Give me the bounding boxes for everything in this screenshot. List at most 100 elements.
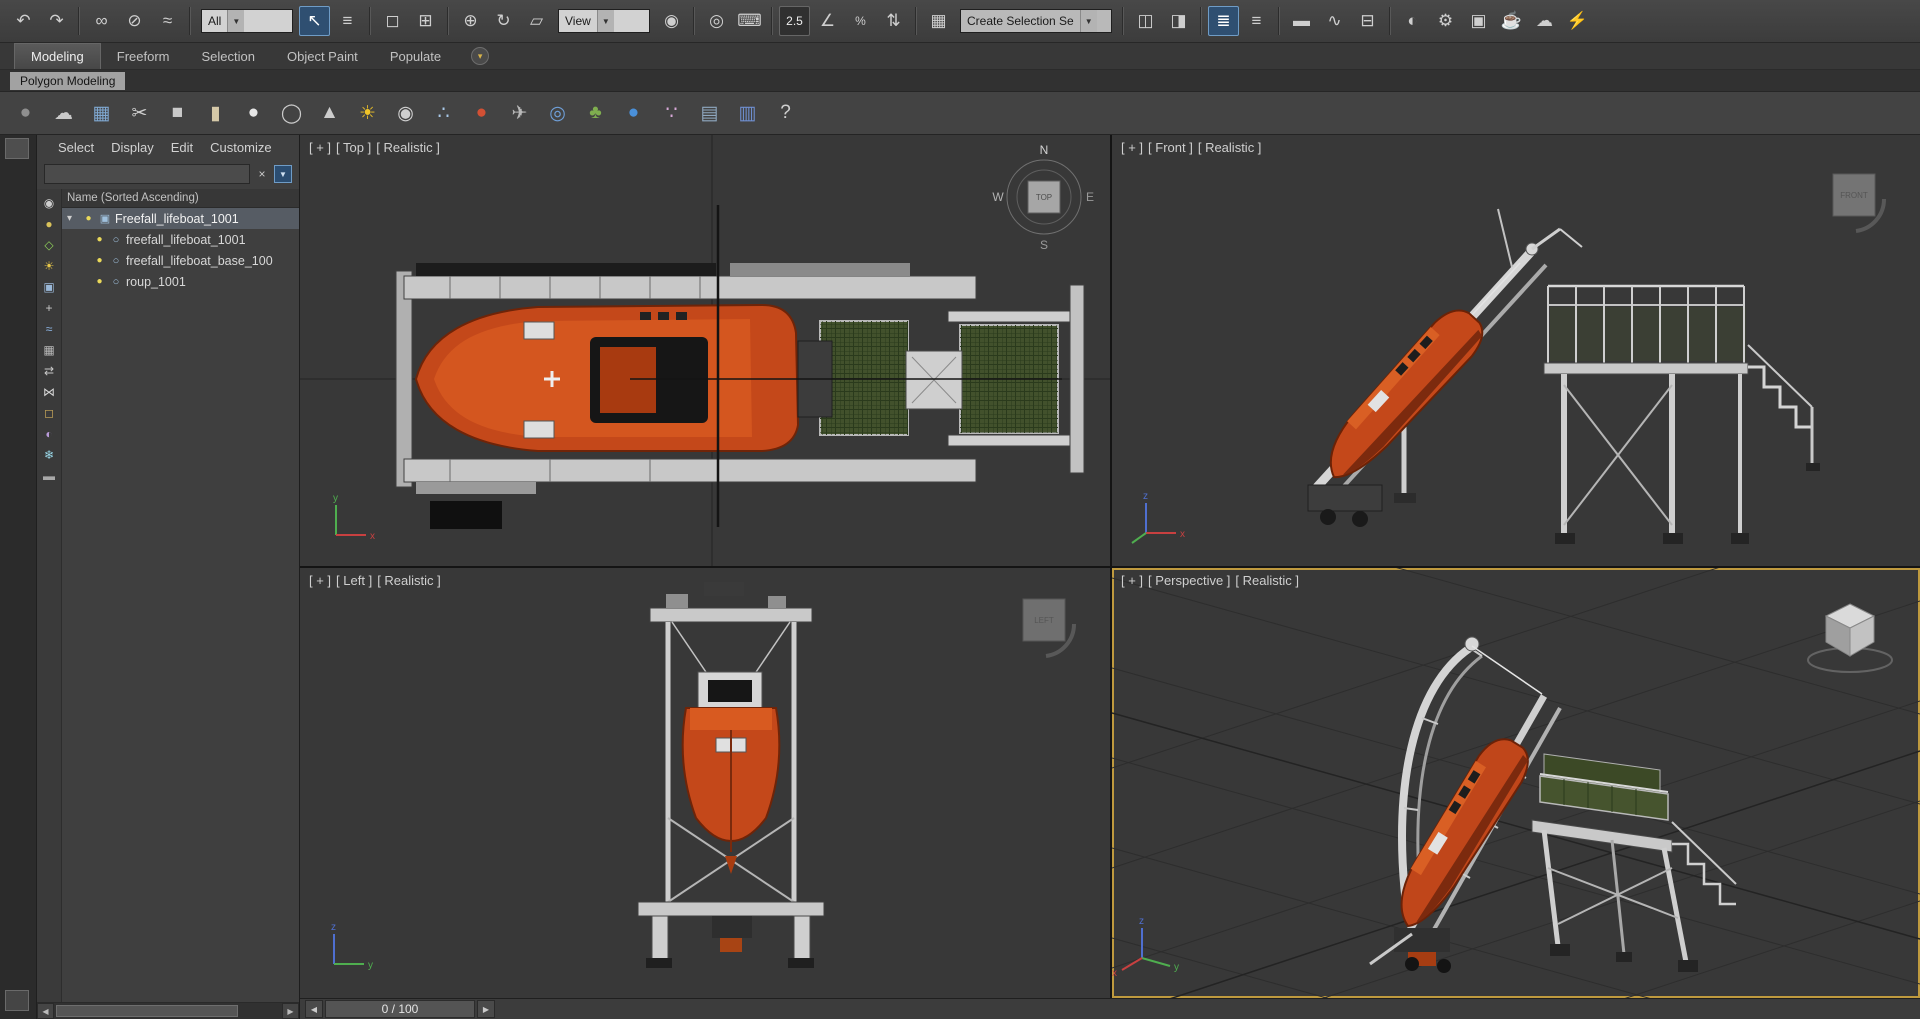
tab-object-paint[interactable]: Object Paint <box>271 44 374 69</box>
cloud-icon[interactable]: ☁ <box>46 96 81 130</box>
viewport-perspective[interactable]: [ + ] [ Perspective ] [ Realistic ] z y … <box>1112 568 1920 998</box>
rendered-frame-window-icon[interactable]: ▣ <box>1463 6 1494 36</box>
material-editor-icon[interactable]: ◐ <box>1397 6 1428 36</box>
coordinate-system-dropdown[interactable]: View ▼ <box>558 9 650 33</box>
earth-icon[interactable]: ◎ <box>540 96 575 130</box>
scroll-right-icon[interactable]: ▶ <box>282 1003 299 1019</box>
viewport-left[interactable]: [ + ] [ Left ] [ Realistic ] LEFT z y <box>300 568 1110 998</box>
render-last-icon[interactable]: ⚡ <box>1562 6 1593 36</box>
chevron-down-icon[interactable]: ▼ <box>227 10 245 32</box>
compass-north[interactable]: N <box>1040 143 1049 157</box>
explorer-horizontal-scrollbar[interactable]: ◀ ▶ <box>37 1002 299 1019</box>
menu-customize[interactable]: Customize <box>210 140 271 155</box>
use-pivot-center-icon[interactable]: ◉ <box>656 6 687 36</box>
tree-row[interactable]: ● ○ roup_1001 <box>62 271 299 292</box>
viewport-general-menu[interactable]: [ + ] <box>1121 573 1143 588</box>
filter-hidden-icon[interactable]: ▬ <box>39 465 60 486</box>
viewport-top[interactable]: [ + ] [ Top ] [ Realistic ] TOP N E S W … <box>300 135 1110 566</box>
viewport-top-canvas[interactable]: TOP N E S W y x <box>300 135 1110 566</box>
cut-icon[interactable]: ✂ <box>122 96 157 130</box>
bitmap-icon[interactable]: ▦ <box>84 96 119 130</box>
viewport-front[interactable]: [ + ] [ Front ] [ Realistic ] FRONT z x <box>1112 135 1920 566</box>
mirror-icon[interactable]: ◫ <box>1130 6 1161 36</box>
filter-bones-icon[interactable]: ⋈ <box>39 381 60 402</box>
select-and-manipulate-icon[interactable]: ◎ <box>701 6 732 36</box>
percent-snap-icon[interactable]: % <box>845 6 876 36</box>
viewport-pov-menu[interactable]: [ Front ] <box>1148 140 1193 155</box>
toggle-scene-explorer-icon[interactable]: ≣ <box>1208 6 1239 36</box>
viewport-shading-menu[interactable]: [ Realistic ] <box>1235 573 1299 588</box>
toggle-layer-explorer-icon[interactable]: ≡ <box>1241 6 1272 36</box>
image-panel-icon[interactable]: ▤ <box>692 96 727 130</box>
viewport-front-canvas[interactable]: FRONT z x <box>1112 135 1920 566</box>
tab-freeform[interactable]: Freeform <box>101 44 186 69</box>
viewport-general-menu[interactable]: [ + ] <box>309 573 331 588</box>
dock-grip-icon[interactable] <box>5 990 29 1011</box>
expand-arrow-icon[interactable]: ▾ <box>67 213 79 224</box>
schematic-view-icon[interactable]: ⊟ <box>1352 6 1383 36</box>
chart-icon[interactable]: ▥ <box>730 96 765 130</box>
light-icon[interactable]: ☀ <box>350 96 385 130</box>
unlink-selection-icon[interactable]: ⊘ <box>119 6 150 36</box>
compass-east[interactable]: E <box>1086 190 1094 204</box>
sphere-icon[interactable]: ● <box>236 96 271 130</box>
viewport-general-menu[interactable]: [ + ] <box>1121 140 1143 155</box>
spinner-snap-icon[interactable]: ⇅ <box>878 6 909 36</box>
select-and-move-icon[interactable]: ⊕ <box>455 6 486 36</box>
render-in-cloud-icon[interactable]: ☁ <box>1529 6 1560 36</box>
torus-icon[interactable]: ◯ <box>274 96 309 130</box>
toggle-ribbon-icon[interactable]: ▬ <box>1286 6 1317 36</box>
filter-geometry-icon[interactable]: ● <box>39 213 60 234</box>
viewport-pov-menu[interactable]: [ Top ] <box>336 140 371 155</box>
filter-helpers-icon[interactable]: + <box>39 297 60 318</box>
redo-icon[interactable]: ↷ <box>41 6 72 36</box>
tree-row[interactable]: ● ○ freefall_lifeboat_1001 <box>62 229 299 250</box>
dock-tab-icon[interactable] <box>5 138 29 159</box>
tree-row[interactable]: ● ○ freefall_lifeboat_base_100 <box>62 250 299 271</box>
selection-filter-dropdown[interactable]: All ▼ <box>201 9 293 33</box>
scroll-left-icon[interactable]: ◀ <box>37 1003 54 1019</box>
select-and-link-icon[interactable]: ∞ <box>86 6 117 36</box>
render-production-icon[interactable]: ☕ <box>1496 6 1527 36</box>
edit-named-selection-sets-icon[interactable]: ▦ <box>923 6 954 36</box>
undo-icon[interactable]: ↶ <box>8 6 39 36</box>
region-select-icon[interactable]: ◻ <box>377 6 408 36</box>
filter-frozen-icon[interactable]: ❄ <box>39 444 60 465</box>
menu-edit[interactable]: Edit <box>171 140 193 155</box>
scrollbar-thumb[interactable] <box>56 1005 239 1017</box>
visibility-bulb-icon[interactable]: ● <box>82 213 95 224</box>
previous-frame-icon[interactable]: ◀ <box>305 1000 323 1018</box>
filter-shapes-icon[interactable]: ◇ <box>39 234 60 255</box>
tab-populate[interactable]: Populate <box>374 44 457 69</box>
viewport-pov-menu[interactable]: [ Perspective ] <box>1148 573 1230 588</box>
cylinder-icon[interactable]: ▮ <box>198 96 233 130</box>
help-icon[interactable]: ? <box>768 96 803 130</box>
viewcube-compass[interactable]: TOP N E S W <box>992 143 1094 252</box>
filter-spacewarps-icon[interactable]: ≈ <box>39 318 60 339</box>
color-spheres-icon[interactable]: ∵ <box>654 96 689 130</box>
chevron-down-icon[interactable]: ▼ <box>596 10 614 32</box>
filter-materials-icon[interactable]: ◐ <box>39 423 60 444</box>
angle-snap-icon[interactable]: ∠ <box>812 6 843 36</box>
menu-display[interactable]: Display <box>111 140 154 155</box>
named-selection-set-dropdown[interactable]: Create Selection Se ▼ <box>960 9 1112 33</box>
visibility-bulb-icon[interactable]: ● <box>93 255 106 266</box>
box-icon[interactable]: ■ <box>160 96 195 130</box>
select-by-name-icon[interactable]: ≡ <box>332 6 363 36</box>
search-options-icon[interactable]: ▼ <box>274 165 292 183</box>
align-icon[interactable]: ◨ <box>1163 6 1194 36</box>
filter-lights-icon[interactable]: ☀ <box>39 255 60 276</box>
time-slider-handle[interactable]: 0 / 100 <box>325 1000 475 1018</box>
filter-all-icon[interactable]: ◉ <box>39 192 60 213</box>
render-setup-icon[interactable]: ⚙ <box>1430 6 1461 36</box>
keyboard-override-icon[interactable]: ⌨ <box>734 6 765 36</box>
viewcube-front[interactable]: FRONT <box>1832 173 1887 233</box>
ribbon-overflow-icon[interactable]: ▾ <box>471 47 490 65</box>
curve-editor-icon[interactable]: ∿ <box>1319 6 1350 36</box>
select-and-scale-icon[interactable]: ▱ <box>521 6 552 36</box>
polygon-modeling-panel[interactable]: Polygon Modeling <box>10 71 126 90</box>
tree-row[interactable]: ▾ ● ▣ Freefall_lifeboat_1001 <box>62 208 299 229</box>
water-icon[interactable]: ● <box>616 96 651 130</box>
bind-to-space-warp-icon[interactable]: ≈ <box>152 6 183 36</box>
search-input[interactable] <box>44 164 250 184</box>
